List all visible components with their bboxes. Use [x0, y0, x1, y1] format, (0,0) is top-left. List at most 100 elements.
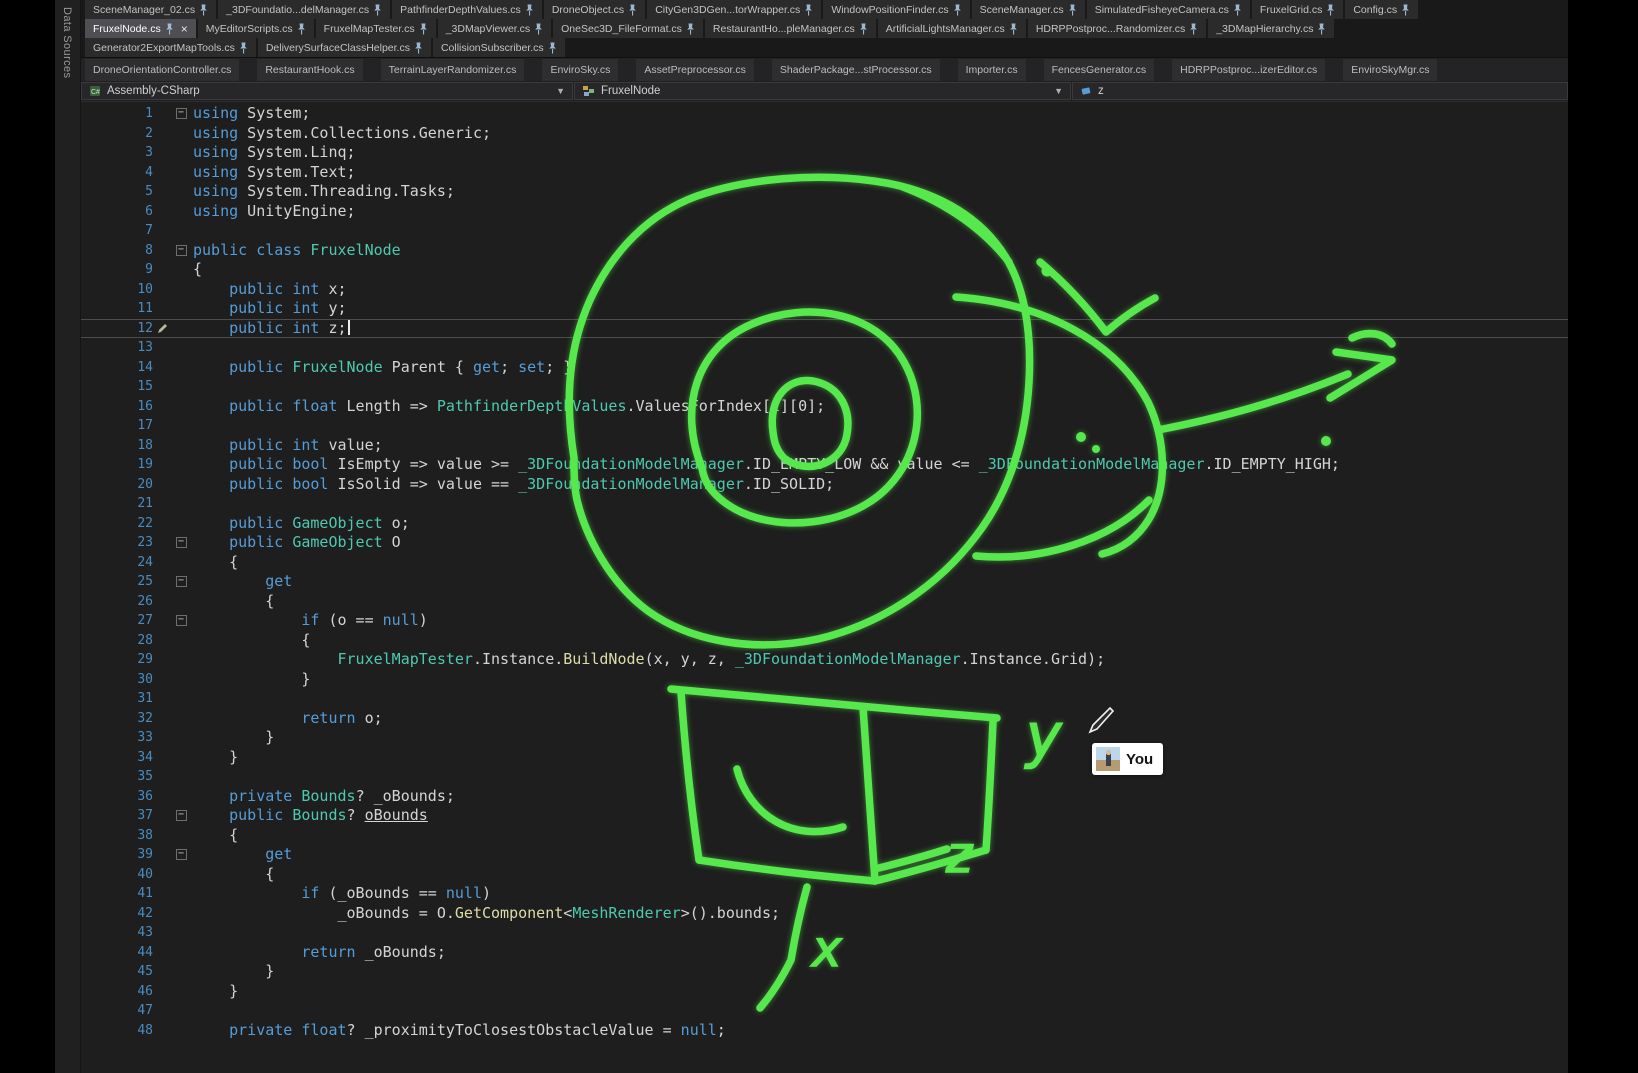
- code-line-23[interactable]: 23− public GameObject O: [81, 533, 1568, 553]
- code-line-29[interactable]: 29 FruxelMapTester.Instance.BuildNode(x,…: [81, 650, 1568, 670]
- tab-simulatedfisheyecamera-cs[interactable]: SimulatedFisheyeCamera.cs: [1087, 0, 1250, 19]
- type-dropdown[interactable]: FruxelNode ▼: [574, 82, 1071, 100]
- tab-myeditorscripts-cs[interactable]: MyEditorScripts.cs: [198, 19, 314, 38]
- pin-icon[interactable]: [297, 23, 306, 35]
- pin-icon[interactable]: [239, 42, 248, 54]
- pin-icon[interactable]: [525, 4, 534, 16]
- pin-icon[interactable]: [414, 42, 423, 54]
- code-line-12[interactable]: 12 public int z;: [81, 319, 1568, 339]
- pin-icon[interactable]: [1317, 23, 1326, 35]
- code-line-28[interactable]: 28 {: [81, 631, 1568, 651]
- collapse-toggle-icon[interactable]: −: [176, 537, 187, 548]
- tab-generator2exportmaptools-cs[interactable]: Generator2ExportMapTools.cs: [85, 38, 256, 57]
- code-line-3[interactable]: 3using System.Linq;: [81, 143, 1568, 163]
- tab-envirosky-cs[interactable]: EnviroSky.cs: [542, 59, 618, 81]
- pin-icon[interactable]: [1009, 23, 1018, 35]
- code-line-37[interactable]: 37− public Bounds? oBounds: [81, 806, 1568, 826]
- code-line-4[interactable]: 4using System.Text;: [81, 163, 1568, 183]
- code-line-16[interactable]: 16 public float Length => PathfinderDept…: [81, 397, 1568, 417]
- tab-assetpreprocessor-cs[interactable]: AssetPreprocessor.cs: [636, 59, 754, 81]
- code-line-14[interactable]: 14 public FruxelNode Parent { get; set; …: [81, 358, 1568, 378]
- code-line-2[interactable]: 2using System.Collections.Generic;: [81, 124, 1568, 144]
- code-line-25[interactable]: 25− get: [81, 572, 1568, 592]
- pin-icon[interactable]: [199, 4, 208, 16]
- code-line-27[interactable]: 27− if (o == null): [81, 611, 1568, 631]
- tab-scenemanager-02-cs[interactable]: SceneManager_02.cs: [85, 0, 216, 19]
- pin-icon[interactable]: [1068, 4, 1077, 16]
- tab-droneorientationcontroller-cs[interactable]: DroneOrientationController.cs: [85, 59, 239, 81]
- pin-icon[interactable]: [628, 4, 637, 16]
- code-editor[interactable]: 1−using System;2using System.Collections…: [81, 102, 1568, 1073]
- collapse-toggle-icon[interactable]: −: [176, 849, 187, 860]
- code-line-21[interactable]: 21: [81, 494, 1568, 514]
- tab-importer-cs[interactable]: Importer.cs: [958, 59, 1026, 81]
- code-line-33[interactable]: 33 }: [81, 728, 1568, 748]
- code-line-38[interactable]: 38 {: [81, 826, 1568, 846]
- tab-artificiallightsmanager-cs[interactable]: ArtificialLightsManager.cs: [878, 19, 1026, 38]
- collapse-toggle-icon[interactable]: −: [176, 245, 187, 256]
- code-line-18[interactable]: 18 public int value;: [81, 436, 1568, 456]
- code-line-1[interactable]: 1−using System;: [81, 104, 1568, 124]
- code-line-6[interactable]: 6using UnityEngine;: [81, 202, 1568, 222]
- pin-icon[interactable]: [165, 23, 174, 35]
- code-line-11[interactable]: 11 public int y;: [81, 299, 1568, 319]
- code-line-8[interactable]: 8−public class FruxelNode: [81, 241, 1568, 261]
- code-line-46[interactable]: 46 }: [81, 982, 1568, 1002]
- code-line-44[interactable]: 44 return _oBounds;: [81, 943, 1568, 963]
- code-line-22[interactable]: 22 public GameObject o;: [81, 514, 1568, 534]
- collapse-toggle-icon[interactable]: −: [176, 576, 187, 587]
- tab-fruxelgrid-cs[interactable]: FruxelGrid.cs: [1252, 0, 1343, 19]
- code-line-42[interactable]: 42 _oBounds = O.GetComponent<MeshRendere…: [81, 904, 1568, 924]
- tab-droneobject-cs[interactable]: DroneObject.cs: [544, 0, 645, 19]
- code-line-13[interactable]: 13: [81, 338, 1568, 358]
- code-line-20[interactable]: 20 public bool IsSolid => value == _3DFo…: [81, 475, 1568, 495]
- tab-pathfinderdepthvalues-cs[interactable]: PathfinderDepthValues.cs: [392, 0, 542, 19]
- pin-icon[interactable]: [1401, 4, 1410, 16]
- tab-onesec3d-fileformat-cs[interactable]: OneSec3D_FileFormat.cs: [553, 19, 703, 38]
- tab-deliverysurfaceclasshelper-cs[interactable]: DeliverySurfaceClassHelper.cs: [258, 38, 431, 57]
- tab-fencesgenerator-cs[interactable]: FencesGenerator.cs: [1044, 59, 1155, 81]
- pin-icon[interactable]: [953, 4, 962, 16]
- tab-hdrppostproc-izereditor-cs[interactable]: HDRPPostproc...izerEditor.cs: [1172, 59, 1325, 81]
- collapse-toggle-icon[interactable]: −: [176, 615, 187, 626]
- code-line-41[interactable]: 41 if (_oBounds == null): [81, 884, 1568, 904]
- tab-3dfoundatio-delmanager-cs[interactable]: _3DFoundatio...delManager.cs: [218, 0, 390, 19]
- pin-icon[interactable]: [548, 42, 557, 54]
- tab-collisionsubscriber-cs[interactable]: CollisionSubscriber.cs: [433, 38, 565, 57]
- member-dropdown[interactable]: z: [1072, 82, 1568, 100]
- code-line-32[interactable]: 32 return o;: [81, 709, 1568, 729]
- pin-icon[interactable]: [686, 23, 695, 35]
- tab-shaderpackage-stprocessor-cs[interactable]: ShaderPackage...stProcessor.cs: [772, 59, 940, 81]
- code-line-40[interactable]: 40 {: [81, 865, 1568, 885]
- tab-config-cs[interactable]: Config.cs: [1345, 0, 1418, 19]
- tab-citygen3dgen-torwrapper-cs[interactable]: CityGen3DGen...torWrapper.cs: [647, 0, 821, 19]
- code-line-30[interactable]: 30 }: [81, 670, 1568, 690]
- data-sources-tab[interactable]: Data Sources: [61, 0, 73, 78]
- pin-icon[interactable]: [1233, 4, 1242, 16]
- tab-restauranthook-cs[interactable]: RestaurantHook.cs: [257, 59, 362, 81]
- collapse-toggle-icon[interactable]: −: [176, 108, 187, 119]
- code-line-35[interactable]: 35: [81, 767, 1568, 787]
- code-line-47[interactable]: 47: [81, 1001, 1568, 1021]
- pin-icon[interactable]: [1326, 4, 1335, 16]
- collapse-toggle-icon[interactable]: −: [176, 810, 187, 821]
- tab-fruxelnode-cs[interactable]: FruxelNode.cs×: [85, 19, 196, 38]
- code-line-15[interactable]: 15: [81, 377, 1568, 397]
- pin-icon[interactable]: [804, 4, 813, 16]
- tab-enviroskymgr-cs[interactable]: EnviroSkyMgr.cs: [1343, 59, 1437, 81]
- code-line-48[interactable]: 48 private float? _proximityToClosestObs…: [81, 1021, 1568, 1041]
- code-line-9[interactable]: 9{: [81, 260, 1568, 280]
- pin-icon[interactable]: [373, 4, 382, 16]
- tab-terrainlayerrandomizer-cs[interactable]: TerrainLayerRandomizer.cs: [381, 59, 525, 81]
- pin-icon[interactable]: [859, 23, 868, 35]
- tab-fruxelmaptester-cs[interactable]: FruxelMapTester.cs: [316, 19, 436, 38]
- code-line-26[interactable]: 26 {: [81, 592, 1568, 612]
- code-line-39[interactable]: 39− get: [81, 845, 1568, 865]
- close-icon[interactable]: ×: [181, 23, 188, 35]
- code-line-34[interactable]: 34 }: [81, 748, 1568, 768]
- code-line-24[interactable]: 24 {: [81, 553, 1568, 573]
- tab-scenemanager-cs[interactable]: SceneManager.cs: [972, 0, 1085, 19]
- code-line-45[interactable]: 45 }: [81, 962, 1568, 982]
- code-line-31[interactable]: 31: [81, 689, 1568, 709]
- pin-icon[interactable]: [534, 23, 543, 35]
